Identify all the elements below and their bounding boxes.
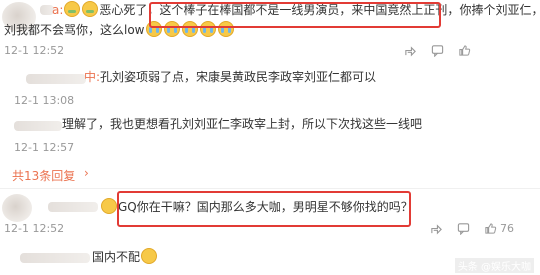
like-icon [485,223,497,234]
comment-text-part: 刘我都不会骂你，这么low [4,23,145,37]
crying-emoji-icon [163,21,180,37]
username-blurred [14,121,62,131]
sick-emoji-icon [82,1,99,17]
username-blurred [48,202,98,212]
sick-emoji-icon [64,1,81,17]
like-icon [459,45,471,56]
comment-text-line2: 刘我都不会骂你，这么low [4,21,235,39]
reply-text: 中:孔刘姿项弱了点，宋康昊黄政民李政宰刘亚仁都可以 [84,69,376,86]
comment-icon [457,223,470,235]
crying-emoji-icon [145,21,162,37]
comment-button[interactable] [431,44,444,57]
emoji-icon [101,198,117,214]
reply-text: 国内不配 [92,248,158,266]
comment-actions [404,44,471,57]
comment-text-highlighted: 这个棒子在棒国都不是一线男演员，来中国竟然上正刊， [159,3,460,17]
view-more-replies-link[interactable]: 共13条回复 [12,167,75,184]
comment-text: GQ你在干嘛？国内那么多大咖，男明星不够你找的吗？ [100,198,413,216]
timestamp: 12-1 12:52 [4,222,65,235]
reply-text-content: 国内不配 [92,250,141,264]
username[interactable]: 中: [84,70,100,84]
timestamp: 12-1 13:08 [14,94,75,107]
comment-item: a: 恶心死了，这个棒子在棒国都不是一线男演员，来中国竟然上正刊，你捧个刘亚仁，孔… [0,0,540,70]
reply-item: 中:孔刘姿项弱了点，宋康昊黄政民李政宰刘亚仁都可以 12-1 13:08 [0,68,540,116]
username-blurred [20,253,90,263]
reply-text-content: 孔刘姿项弱了点，宋康昊黄政民李政宰刘亚仁都可以 [100,70,377,84]
username-blurred [26,74,86,84]
watermark: 头条 @娱乐大咖 [454,258,534,273]
comment-text-highlighted: GQ你在干嘛？国内那么多大咖，男明星不够你找的吗？ [118,200,413,214]
reply-text-content: 理解了，我也更想看孔刘刘亚仁李政宰上封，所以下次找这些一线吧 [62,117,423,131]
comment-icon [431,45,444,57]
comment-button[interactable] [457,222,470,235]
share-icon [431,224,442,235]
timestamp: 12-1 12:52 [4,44,65,57]
like-button[interactable]: 76 [484,222,514,235]
avatar[interactable] [2,194,32,222]
share-button[interactable] [430,222,443,235]
share-icon [405,46,416,57]
share-button[interactable] [404,44,417,57]
like-button[interactable] [458,44,471,57]
timestamp: 12-1 12:57 [14,141,75,154]
reply-item: 理解了，我也更想看孔刘刘亚仁李政宰上封，所以下次找这些一线吧 12-1 12:5… [0,115,540,161]
comment-item: GQ你在干嘛？国内那么多大咖，男明星不够你找的吗？ 12-1 12:52 76 [0,190,540,245]
like-count: 76 [500,222,514,235]
divider [0,188,540,189]
reply-text: 理解了，我也更想看孔刘刘亚仁李政宰上封，所以下次找这些一线吧 [62,116,422,133]
crying-emoji-icon [199,21,216,37]
crying-emoji-icon [181,21,198,37]
comment-text-part: 你捧个刘亚仁，孔 [459,3,540,17]
comment-text-part: 恶心死了， [99,3,160,17]
emoji-icon [141,248,158,264]
username[interactable]: a: [52,3,63,17]
chevron-right-icon: › [84,166,89,180]
comment-text: a: 恶心死了，这个棒子在棒国都不是一线男演员，来中国竟然上正刊，你捧个刘亚仁，孔 [52,1,540,19]
comment-actions: 76 [430,222,514,235]
crying-emoji-icon [217,21,234,37]
